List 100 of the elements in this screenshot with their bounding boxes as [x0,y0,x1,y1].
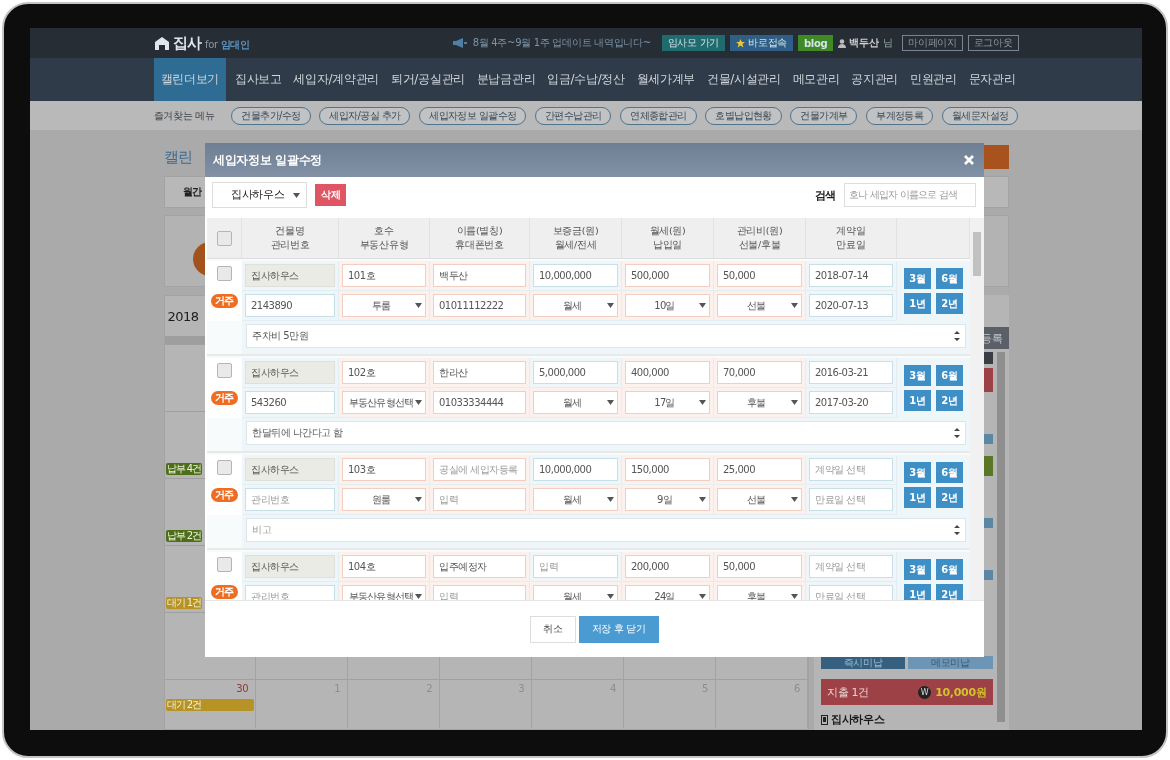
building-field[interactable]: 집사하우스 [245,458,335,481]
period-button[interactable]: 3월 [904,365,931,386]
header-link-button[interactable]: 바로접속 [730,35,793,51]
nav-tab[interactable]: 월세가계부 [633,58,699,101]
dropdown[interactable]: 24일 [625,585,710,600]
dropdown[interactable]: 월세 [533,294,618,317]
dropdown[interactable]: 원룸 [342,488,426,511]
input-field[interactable]: 150,000 [625,458,710,481]
nav-tab[interactable]: 메모관리 [789,58,843,101]
period-button[interactable]: 6월 [936,462,963,483]
period-button[interactable]: 1년 [904,584,931,600]
nav-tab[interactable]: 퇴거/공실관리 [387,58,468,101]
period-button[interactable]: 1년 [904,293,931,314]
dropdown[interactable]: 9일 [625,488,710,511]
memo-field[interactable]: 주차비 5만원 [246,324,966,348]
view-tab[interactable]: 월간 [182,185,202,199]
nav-tab[interactable]: 입금/수납/정산 [544,58,628,101]
period-button[interactable]: 3월 [904,462,931,483]
input-field[interactable]: 104호 [342,555,426,578]
input-field[interactable]: 101호 [342,264,426,287]
quick-menu-button[interactable]: 연체종합관리 [620,106,697,125]
date-field[interactable]: 2020-07-13 [809,294,893,317]
account-link-button[interactable]: 마이페이지 [902,35,963,51]
building-field[interactable]: 집사하우스 [245,264,335,287]
dropdown[interactable]: 월세 [533,391,618,414]
period-button[interactable]: 2년 [936,487,963,508]
scrollbar[interactable] [970,218,984,600]
header-link-button[interactable]: 임사모 가기 [661,35,726,51]
select-all-checkbox[interactable] [216,230,232,246]
quick-menu-button[interactable]: 건물가계부 [790,106,858,125]
input-field[interactable]: 25,000 [717,458,802,481]
input-field[interactable]: 102호 [342,361,426,384]
input-field[interactable]: 50,000 [717,264,802,287]
period-button[interactable]: 3월 [904,559,931,580]
delete-button[interactable]: 삭제 [315,184,347,206]
input-field[interactable]: 01011112222 [433,294,526,317]
nav-tab[interactable]: 분납금관리 [473,58,539,101]
input-field[interactable]: 01033334444 [433,391,526,414]
date-field[interactable]: 2017-03-20 [809,391,893,414]
date-field[interactable]: 2018-07-14 [809,264,893,287]
input-field[interactable]: 2143890 [245,294,335,317]
input-field[interactable]: 70,000 [717,361,802,384]
dropdown[interactable]: 월세 [533,488,618,511]
nav-tab[interactable]: 건물/시설관리 [703,58,784,101]
input-field[interactable]: 200,000 [625,555,710,578]
building-dropdown[interactable]: 집사하우스 [212,182,307,208]
dropdown[interactable]: 10일 [625,294,710,317]
period-button[interactable]: 6월 [936,365,963,386]
input-field[interactable]: 한라산 [433,361,526,384]
dropdown[interactable]: 17일 [625,391,710,414]
input-field[interactable]: 50,000 [717,555,802,578]
quick-menu-button[interactable]: 부계정등록 [866,106,934,125]
input-field[interactable]: 10,000,000 [533,264,618,287]
period-button[interactable]: 1년 [904,487,931,508]
memo-field[interactable]: 한달뒤에 나간다고 함 [246,421,966,445]
dropdown[interactable]: 선불 [717,294,802,317]
quick-menu-button[interactable]: 세입자정보 일괄수정 [419,106,527,125]
input-field[interactable]: 5,000,000 [533,361,618,384]
input-field[interactable]: 400,000 [625,361,710,384]
period-button[interactable]: 3월 [904,268,931,289]
scrollbar[interactable] [996,352,1005,722]
nav-tab[interactable]: 민원관리 [907,58,960,101]
input-field[interactable]: 543260 [245,391,335,414]
period-button[interactable]: 2년 [936,584,963,600]
nav-tab[interactable]: 세입자/계약관리 [290,58,383,101]
calendar-event-tag[interactable]: 납부 2건 [165,530,203,542]
nav-tab[interactable]: 캘린더보기 [153,58,226,101]
row-checkbox[interactable] [217,266,232,281]
input-field[interactable]: 백두산 [433,264,526,287]
period-button[interactable]: 6월 [936,268,963,289]
calendar-event-tag[interactable]: 납부 4건 [165,463,203,475]
quick-menu-button[interactable]: 간편수납관리 [535,106,612,125]
date-field[interactable]: 2016-03-21 [809,361,893,384]
building-field[interactable]: 집사하우스 [245,361,335,384]
dropdown[interactable]: 후불 [717,391,802,414]
input-field[interactable]: 10,000,000 [533,458,618,481]
period-button[interactable]: 1년 [904,390,931,411]
nav-tab[interactable]: 공지관리 [848,58,902,101]
quick-menu-button[interactable]: 건물추가/수정 [231,106,311,125]
nav-tab[interactable]: 집사보고 [231,58,285,101]
quick-menu-button[interactable]: 세입자/공실 추가 [319,106,411,125]
building-field[interactable]: 집사하우스 [245,555,335,578]
input-field[interactable]: 500,000 [625,264,710,287]
period-button[interactable]: 2년 [936,390,963,411]
row-checkbox[interactable] [217,363,232,378]
row-checkbox[interactable] [217,460,232,475]
quick-menu-button[interactable]: 월세문자설정 [941,106,1019,125]
cancel-button[interactable]: 취소 [530,615,576,643]
period-button[interactable]: 6월 [936,559,963,580]
period-button[interactable]: 2년 [936,293,963,314]
input-field[interactable]: 입주예정자 [433,555,526,578]
nav-tab[interactable]: 문자관리 [965,58,1019,101]
dropdown[interactable]: 부동산유형선택 [342,391,426,414]
quick-menu-button[interactable]: 호별납입현황 [705,106,782,125]
notice-link[interactable]: 8월 4주~9월 1주 업데이트 내역입니다~ [472,36,651,50]
account-link-button[interactable]: 로그아웃 [967,35,1019,51]
row-checkbox[interactable] [217,557,232,572]
dropdown[interactable]: 투룸 [342,294,426,317]
dropdown[interactable]: 선불 [717,488,802,511]
input-field[interactable]: 103호 [342,458,426,481]
